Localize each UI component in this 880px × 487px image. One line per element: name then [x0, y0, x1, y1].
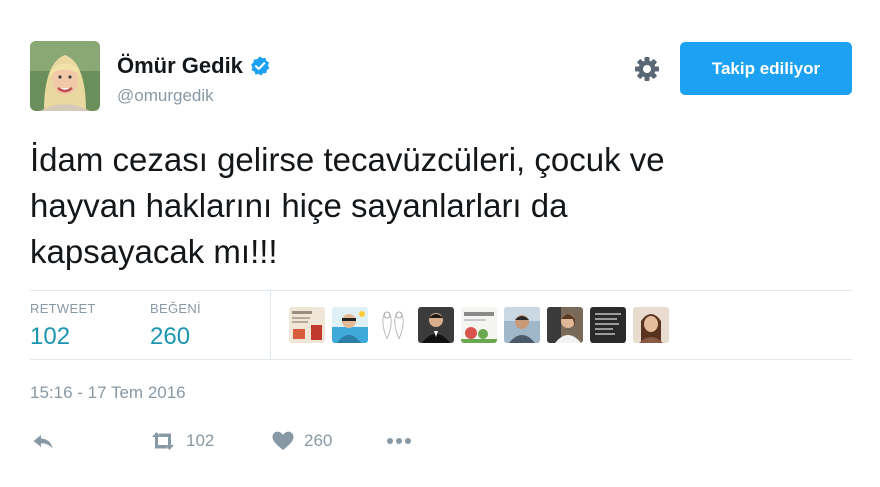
stats-separator — [270, 290, 271, 359]
following-button[interactable]: Takip ediliyor — [680, 42, 852, 95]
username[interactable]: @omurgedik — [117, 86, 214, 106]
like-button[interactable]: 260 — [270, 428, 332, 454]
liker-avatar[interactable] — [547, 307, 583, 343]
retweet-button[interactable]: 102 — [148, 428, 214, 454]
like-stat[interactable]: BEĞENİ 260 — [150, 301, 201, 351]
display-name-row: Ömür Gedik — [117, 53, 271, 79]
like-count: 260 — [304, 431, 333, 450]
like-stat-label: BEĞENİ — [150, 301, 201, 316]
gear-icon[interactable] — [632, 54, 662, 84]
tweet-text-line: İdam cezası gelirse tecavüzcüleri, çocuk… — [30, 141, 665, 178]
more-button[interactable] — [385, 428, 413, 454]
display-name[interactable]: Ömür Gedik — [117, 53, 243, 79]
verified-badge-icon — [249, 55, 271, 77]
liker-avatar[interactable] — [418, 307, 454, 343]
heart-icon — [270, 428, 296, 454]
tweet-text-line: kapsayacak mı!!! — [30, 233, 278, 270]
stats-divider-top — [30, 290, 852, 291]
tweet-card: Ömür Gedik @omurgedik Takip ediliyor İda… — [0, 0, 880, 487]
liker-avatar[interactable] — [504, 307, 540, 343]
liker-avatar[interactable] — [332, 307, 368, 343]
tweet-timestamp[interactable]: 15:16 - 17 Tem 2016 — [30, 383, 186, 403]
retweet-stat[interactable]: RETWEET 102 — [30, 301, 96, 351]
retweet-stat-value: 102 — [30, 323, 71, 350]
liker-avatar[interactable] — [375, 307, 411, 343]
stats-divider-bottom — [30, 359, 852, 360]
avatar-image — [30, 41, 100, 111]
liker-avatar[interactable] — [289, 307, 325, 343]
liker-avatar[interactable] — [461, 307, 497, 343]
retweet-icon — [148, 428, 178, 454]
liker-avatar[interactable] — [590, 307, 626, 343]
like-stat-value: 260 — [150, 323, 191, 350]
retweet-stat-label: RETWEET — [30, 301, 96, 316]
more-icon — [385, 428, 413, 454]
reply-button[interactable] — [30, 428, 56, 454]
retweet-count: 102 — [186, 431, 215, 450]
avatar[interactable] — [30, 41, 100, 111]
liker-avatar[interactable] — [633, 307, 669, 343]
tweet-text: İdam cezası gelirse tecavüzcüleri, çocuk… — [30, 137, 830, 275]
tweet-text-line: hayvan haklarını hiçe sayanlarları da — [30, 187, 568, 224]
likers-avatars — [289, 307, 669, 343]
reply-icon — [30, 428, 56, 454]
